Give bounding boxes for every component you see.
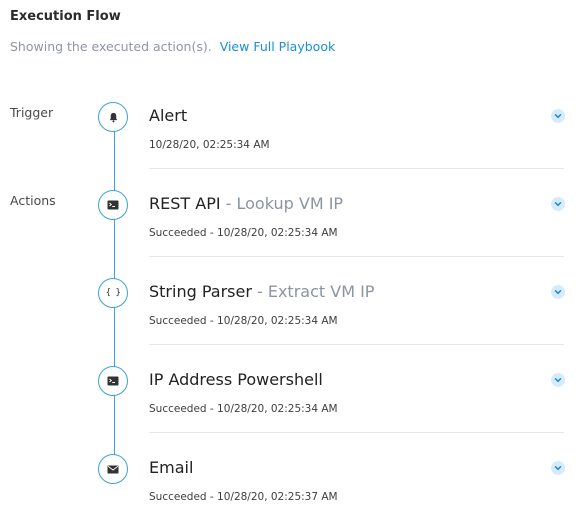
step-desc: - Extract VM IP [251, 282, 375, 301]
step-desc: - Lookup VM IP [220, 194, 344, 213]
step-meta-alert: 10/28/20, 02:25:34 AM [149, 139, 270, 151]
step-title-rest-api[interactable]: REST API - Lookup VM IP [149, 194, 343, 213]
expand-chevron-alert[interactable] [551, 109, 565, 123]
step-node-ip-address-powershell [98, 366, 128, 396]
step-meta-string-parser: Succeeded - 10/28/20, 02:25:34 AM [149, 315, 338, 327]
step-node-email [98, 454, 128, 484]
section-label-trigger: Trigger [10, 105, 54, 120]
expand-chevron-string-parser[interactable] [551, 285, 565, 299]
chevron-down-icon [554, 290, 562, 295]
braces-icon: { } [105, 288, 121, 298]
divider [149, 432, 564, 433]
step-node-alert [98, 102, 128, 132]
chevron-down-icon [554, 378, 562, 383]
divider [149, 168, 564, 169]
step-node-string-parser: { } [98, 278, 128, 308]
step-title-alert[interactable]: Alert [149, 106, 187, 125]
section-label-actions: Actions [10, 193, 56, 208]
step-meta-ip-address-powershell: Succeeded - 10/28/20, 02:25:34 AM [149, 403, 338, 415]
chevron-down-icon [554, 114, 562, 119]
subtitle-text: Showing the executed action(s). [10, 39, 212, 54]
expand-chevron-email[interactable] [551, 461, 565, 475]
step-title-string-parser[interactable]: String Parser - Extract VM IP [149, 282, 374, 301]
bell-icon [109, 112, 117, 122]
step-name: REST API [149, 194, 221, 213]
subtitle: Showing the executed action(s). View Ful… [10, 39, 335, 54]
step-name: String Parser [149, 282, 252, 301]
step-name: IP Address Powershell [149, 370, 323, 389]
divider [149, 256, 564, 257]
expand-chevron-ip-address-powershell[interactable] [551, 373, 565, 387]
step-node-rest-api [98, 190, 128, 220]
envelope-icon [107, 465, 119, 473]
execution-flow-panel: Execution Flow Showing the executed acti… [0, 0, 578, 525]
step-title-email[interactable]: Email [149, 458, 193, 477]
step-name: Alert [149, 106, 188, 125]
step-meta-email: Succeeded - 10/28/20, 02:25:37 AM [149, 491, 338, 503]
chevron-down-icon [554, 466, 562, 471]
expand-chevron-rest-api[interactable] [551, 197, 565, 211]
terminal-icon [107, 200, 119, 210]
step-name: Email [149, 458, 194, 477]
step-title-ip-address-powershell[interactable]: IP Address Powershell [149, 370, 323, 389]
view-full-playbook-link[interactable]: View Full Playbook [220, 39, 336, 54]
terminal-icon [107, 376, 119, 386]
divider [149, 344, 564, 345]
step-meta-rest-api: Succeeded - 10/28/20, 02:25:34 AM [149, 227, 338, 239]
page-title: Execution Flow [10, 9, 121, 24]
chevron-down-icon [554, 202, 562, 207]
